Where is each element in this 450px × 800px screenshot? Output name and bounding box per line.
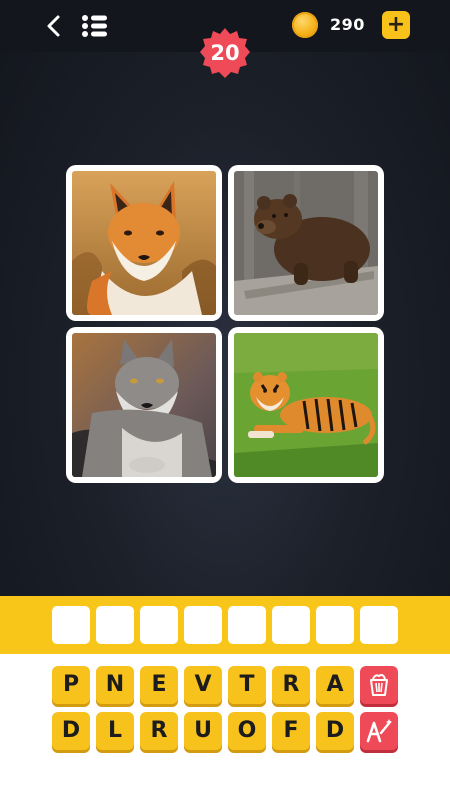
answer-slot[interactable] (272, 606, 310, 644)
chevron-left-icon (47, 15, 60, 37)
coin-icon (292, 12, 318, 38)
answer-slot[interactable] (184, 606, 222, 644)
letter-key[interactable]: D (52, 712, 90, 750)
letter-key[interactable]: R (272, 666, 310, 704)
image-tile-fox[interactable] (66, 165, 222, 321)
list-icon (82, 15, 107, 37)
image-tile-tiger[interactable] (228, 327, 384, 483)
letter-key[interactable]: N (96, 666, 134, 704)
level-badge: 20 (199, 27, 251, 79)
image-tile-bear[interactable] (228, 165, 384, 321)
wolf-image (72, 333, 216, 477)
answer-bar (0, 596, 450, 654)
remove-letters-hint-button[interactable] (360, 666, 398, 704)
letter-key[interactable]: V (184, 666, 222, 704)
letter-key[interactable]: A (316, 666, 354, 704)
letter-key[interactable]: D (316, 712, 354, 750)
image-grid (66, 165, 384, 483)
image-tile-wolf[interactable] (66, 327, 222, 483)
answer-slot[interactable] (140, 606, 178, 644)
letter-key[interactable]: T (228, 666, 266, 704)
fox-image (72, 171, 216, 315)
back-button[interactable] (38, 10, 70, 42)
answer-slot[interactable] (228, 606, 266, 644)
tiger-image (234, 333, 378, 477)
bear-image (234, 171, 378, 315)
add-coins-button[interactable]: + (382, 11, 410, 39)
level-number: 20 (210, 41, 240, 65)
letter-key[interactable]: O (228, 712, 266, 750)
letter-key[interactable]: E (140, 666, 178, 704)
letter-key[interactable]: F (272, 712, 310, 750)
answer-slot[interactable] (96, 606, 134, 644)
letter-key[interactable]: R (140, 712, 178, 750)
letter-key[interactable]: U (184, 712, 222, 750)
magic-wand-letter-icon (366, 719, 392, 743)
letter-key[interactable]: P (52, 666, 90, 704)
answer-slot[interactable] (52, 606, 90, 644)
answer-slot[interactable] (316, 606, 354, 644)
letter-key[interactable]: L (96, 712, 134, 750)
coin-count: 290 (330, 15, 365, 34)
answer-slot[interactable] (360, 606, 398, 644)
menu-button[interactable] (78, 10, 112, 42)
letter-keyboard: P N E V T R A D L R U O F D (0, 654, 450, 800)
reveal-letter-hint-button[interactable] (360, 712, 398, 750)
trash-bucket-icon (370, 674, 388, 696)
